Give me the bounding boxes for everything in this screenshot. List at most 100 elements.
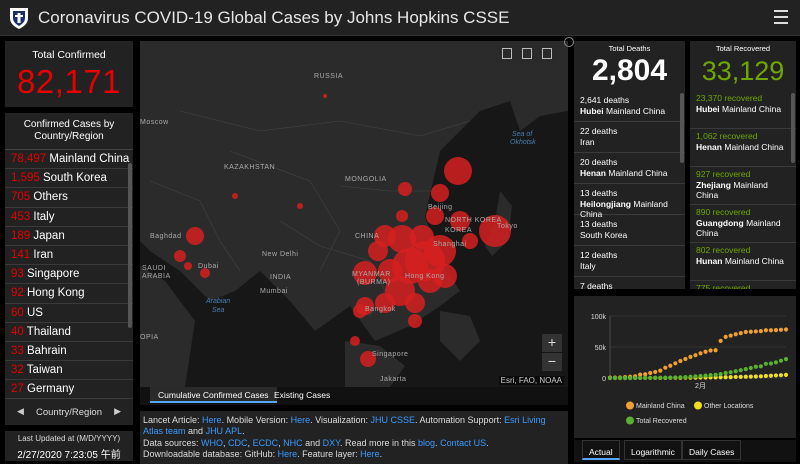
- mobile-link[interactable]: Here: [291, 415, 311, 425]
- map-label-korea: KOREA: [445, 227, 473, 234]
- recovered-location: Guangdong Mainland China: [696, 218, 790, 239]
- country-row[interactable]: 92 Hong Kong: [5, 284, 133, 304]
- contact-link[interactable]: Contact US: [440, 438, 486, 448]
- country-count: 60: [11, 306, 24, 319]
- map-label-russia: RUSSIA: [314, 73, 344, 80]
- total-confirmed-value: 82,171: [17, 63, 121, 100]
- death-row[interactable]: 12 deaths Italy: [574, 246, 685, 277]
- case-dot[interactable]: [444, 157, 472, 185]
- recovered-list-scrollbar[interactable]: [791, 93, 795, 163]
- qr-code-icon[interactable]: [542, 48, 552, 59]
- recovered-row[interactable]: 1,062 recovered Henan Mainland China: [690, 129, 796, 167]
- death-row[interactable]: 22 deaths Iran: [574, 122, 685, 153]
- last-updated-panel: Last Updated at (M/D/YYYY) 2/27/2020 7:2…: [5, 431, 133, 461]
- chart-point-total-recovered: [778, 358, 784, 363]
- hamburger-menu-icon[interactable]: [774, 10, 788, 24]
- case-dot[interactable]: [186, 227, 204, 245]
- death-row[interactable]: 2,641 deaths Hubei Mainland China: [574, 91, 685, 122]
- case-dot[interactable]: [323, 94, 327, 98]
- expand-icon[interactable]: [564, 37, 574, 47]
- recovered-row[interactable]: 775 recoveredAnhui Mainland China: [690, 281, 796, 289]
- deaths-list-scrollbar[interactable]: [680, 93, 684, 163]
- country-row[interactable]: 93 Singapore: [5, 265, 133, 285]
- country-row[interactable]: 141 Iran: [5, 246, 133, 266]
- country-row[interactable]: 27 Germany: [5, 380, 133, 400]
- country-name: Germany: [27, 383, 75, 396]
- country-row[interactable]: 1,595 South Korea: [5, 169, 133, 189]
- zoom-out-button[interactable]: −: [542, 353, 562, 371]
- ecdc-link[interactable]: ECDC: [253, 438, 279, 448]
- country-list-header-line1: Confirmed Cases by: [23, 119, 115, 130]
- chart-point-mainland-china: [708, 348, 713, 353]
- feature-layer-link[interactable]: Here: [360, 449, 380, 459]
- country-row[interactable]: 60 US: [5, 304, 133, 323]
- country-list-panel[interactable]: Confirmed Cases by Country/Region 78,497…: [5, 113, 133, 425]
- jhu-apl-link[interactable]: JHU APL: [206, 426, 243, 436]
- case-dot[interactable]: [396, 210, 408, 222]
- recovered-row[interactable]: 890 recovered Guangdong Mainland China: [690, 205, 796, 243]
- country-list-scrollbar[interactable]: [128, 163, 132, 328]
- country-row[interactable]: 189 Japan: [5, 227, 133, 246]
- jhu-csse-link[interactable]: JHU CSSE: [371, 415, 416, 425]
- case-dot[interactable]: [232, 193, 238, 199]
- recovered-row[interactable]: 23,370 recovered Hubei Mainland China: [690, 91, 796, 129]
- list-icon[interactable]: [522, 48, 532, 59]
- tab-actual[interactable]: Actual: [582, 440, 620, 460]
- chart-point-total-recovered: [643, 375, 648, 381]
- death-row[interactable]: 13 deaths Heilongjiang Mainland China: [574, 184, 685, 219]
- case-dot[interactable]: [408, 314, 422, 328]
- case-dot[interactable]: [184, 262, 192, 270]
- country-row[interactable]: 78,497 Mainland China: [5, 150, 133, 170]
- case-dot[interactable]: [405, 293, 425, 313]
- country-count: 189: [11, 229, 31, 242]
- chart-point-other-locations: [753, 374, 758, 379]
- deaths-list-panel[interactable]: 2,641 deaths Hubei Mainland China 22 death…: [574, 91, 685, 289]
- case-dot[interactable]: [431, 184, 449, 202]
- country-row[interactable]: 453 Italy: [5, 208, 133, 227]
- recovered-row[interactable]: 927 recovered Zhejiang Mainland China: [690, 167, 796, 205]
- death-count: 12 deaths: [580, 250, 618, 260]
- nhc-link[interactable]: NHC: [283, 438, 303, 448]
- case-dot[interactable]: [297, 203, 303, 209]
- chart-point-mainland-china: [653, 369, 658, 375]
- case-dot[interactable]: [350, 336, 360, 346]
- country-count: 32: [11, 364, 24, 377]
- death-row[interactable]: 20 deaths Henan Mainland China: [574, 153, 685, 184]
- case-dot[interactable]: [368, 241, 388, 261]
- recovered-list-panel[interactable]: 23,370 recovered Hubei Mainland China 1,06…: [690, 91, 796, 289]
- country-row[interactable]: 32 Taiwan: [5, 361, 133, 381]
- death-row[interactable]: 7 deathsGuangdong Mainland: [574, 277, 685, 289]
- recovered-location: Henan Mainland China: [696, 142, 790, 153]
- map-label-mongolia: MONGOLIA: [345, 176, 387, 183]
- recovered-row[interactable]: 802 recovered Hunan Mainland China: [690, 243, 796, 281]
- blog-link[interactable]: blog: [418, 438, 435, 448]
- world-map[interactable]: RUSSIA Moscow KAZAKHSTAN MONGOLIA Beijin…: [140, 41, 568, 387]
- death-row[interactable]: 13 deaths South Korea: [574, 215, 685, 246]
- tab-logarithmic[interactable]: Logarithmic: [624, 440, 682, 460]
- cdc-link[interactable]: CDC: [228, 438, 248, 448]
- map-toolbar: [496, 44, 558, 64]
- dxy-link[interactable]: DXY: [323, 438, 340, 448]
- tab-existing-cases[interactable]: Existing Cases: [266, 387, 338, 403]
- case-dot[interactable]: [398, 182, 412, 196]
- next-arrow-icon[interactable]: ▶: [114, 406, 121, 417]
- death-location: South Korea: [580, 230, 679, 241]
- who-link[interactable]: WHO: [201, 438, 223, 448]
- country-row[interactable]: 40 Thailand: [5, 323, 133, 342]
- case-dot[interactable]: [174, 250, 186, 262]
- chart-point-total-recovered: [653, 375, 658, 380]
- github-link[interactable]: Here: [278, 449, 298, 459]
- country-row[interactable]: 33 Bahrain: [5, 342, 133, 362]
- zoom-in-button[interactable]: +: [542, 334, 562, 352]
- bookmark-icon[interactable]: [502, 48, 512, 59]
- info-text: Lancet Article:: [143, 415, 203, 425]
- tab-daily-cases[interactable]: Daily Cases: [682, 440, 742, 460]
- lancet-link[interactable]: Here: [202, 415, 222, 425]
- tab-cumulative-confirmed[interactable]: Cumulative Confirmed Cases: [150, 387, 277, 403]
- page-title: Coronavirus COVID-19 Global Cases by Joh…: [38, 8, 510, 27]
- chart-point-mainland-china: [713, 348, 718, 353]
- country-row[interactable]: 705 Others: [5, 188, 133, 208]
- chart-point-mainland-china: [698, 351, 703, 356]
- country-list-nav: ◀ Country/Region ▶: [5, 400, 133, 425]
- chart-y-tick: 0: [602, 376, 606, 383]
